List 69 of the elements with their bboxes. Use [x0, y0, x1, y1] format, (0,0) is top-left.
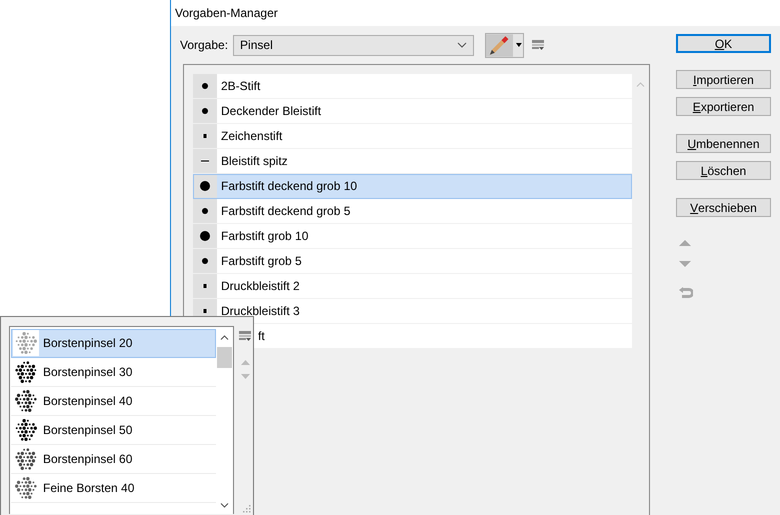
brush-tip-icon [199, 230, 211, 242]
dialog-button[interactable]: Umbenennen [676, 134, 771, 153]
move-up-icon[interactable] [679, 239, 691, 246]
brush-name: Farbstift grob 5 [221, 253, 302, 270]
brush-name: 2B-Stift [221, 78, 260, 95]
brush-name: Feine Borsten 40 [43, 480, 134, 497]
dialog-button[interactable]: Löschen [676, 161, 771, 180]
move-down-icon[interactable] [679, 261, 691, 268]
bristle-brush-icon [13, 417, 39, 443]
brush-list-row[interactable]: Farbstift grob 5 [193, 249, 632, 274]
brush-name: Farbstift grob 10 [221, 228, 308, 245]
tool-picker-button[interactable] [485, 32, 524, 58]
scrollbar-thumb[interactable] [217, 347, 232, 368]
chevron-down-icon [457, 42, 468, 48]
brush-name: ft [258, 328, 265, 345]
caret-icon [515, 43, 524, 47]
list-options-icon[interactable] [532, 40, 544, 50]
brush-name: Farbstift deckend grob 10 [221, 178, 358, 195]
dialog-button[interactable]: Importieren [676, 70, 771, 89]
bristle-brush-icon [13, 388, 39, 414]
brush-list-row[interactable]: Farbstift grob 10 [193, 224, 632, 249]
scroll-down-icon[interactable] [220, 503, 229, 508]
bristle-brush-icon [13, 475, 39, 501]
brush-name: Farbstift deckend grob 5 [221, 203, 350, 220]
brush-list-row[interactable]: Bleistift spitz [193, 149, 632, 174]
brush-preset-row[interactable]: Borstenpinsel 50 [11, 416, 216, 445]
bristle-brush-icon [13, 359, 39, 385]
resize-grip-icon[interactable] [241, 503, 251, 513]
brush-preset-row[interactable]: Borstenpinsel 20 [11, 329, 216, 358]
brush-name: Borstenpinsel 60 [43, 451, 132, 468]
preset-dropdown[interactable]: Pinsel [233, 34, 474, 56]
brush-name: Borstenpinsel 40 [43, 393, 132, 410]
brush-list-row[interactable]: Deckender Bleistift [193, 99, 632, 124]
undo-icon[interactable] [679, 286, 693, 299]
brush-tip-icon [199, 105, 211, 117]
dialog-button[interactable]: Exportieren [676, 97, 771, 116]
brush-list-row[interactable]: Druckbleistift 3 [193, 299, 632, 324]
brush-name: Borstenpinsel 50 [43, 422, 132, 439]
brush-list-row[interactable]: 2B-Stift [193, 74, 632, 99]
scroll-up-icon[interactable] [220, 335, 229, 340]
brush-tip-icon [199, 80, 211, 92]
brush-name: Borstenpinsel 30 [43, 364, 132, 381]
brush-list-row[interactable]: Druckbleistift 2 [193, 274, 632, 299]
move-down-icon[interactable] [240, 374, 250, 379]
brush-list-row[interactable]: Zeichenstift [193, 124, 632, 149]
dialog-button[interactable]: Verschieben [676, 198, 771, 217]
brush-tip-icon [199, 180, 211, 192]
brush-name: Zeichenstift [221, 128, 282, 145]
brush-list-row[interactable]: Farbstift deckend grob 5 [193, 199, 632, 224]
brush-preset-row[interactable]: Feine Borsten 40 [11, 474, 216, 503]
bristle-brush-icon [13, 446, 39, 472]
window-title: Vorgaben-Manager [175, 5, 278, 22]
brush-name: Bleistift spitz [221, 153, 288, 170]
brush-preset-row[interactable]: Borstenpinsel 60 [11, 445, 216, 474]
brush-preset-row[interactable]: Borstenpinsel 30 [11, 358, 216, 387]
pencil-icon [486, 34, 514, 56]
list-options-icon[interactable] [239, 331, 251, 342]
brush-list-row[interactable]: Farbstift deckend grob 10 [193, 174, 632, 199]
brush-name: Druckbleistift 2 [221, 278, 300, 295]
brush-name: Druckbleistift 3 [221, 303, 300, 320]
brush-tip-icon [199, 205, 211, 217]
brush-tip-icon [199, 255, 211, 267]
brush-name: Borstenpinsel 20 [43, 335, 132, 352]
bristle-brush-icon [13, 330, 39, 356]
preset-label: Vorgabe: [180, 37, 228, 54]
move-up-icon[interactable] [240, 360, 250, 365]
brush-preset-row[interactable]: Borstenpinsel 40 [11, 387, 216, 416]
brush-name: Deckender Bleistift [221, 103, 322, 120]
dialog-button[interactable]: OK [676, 34, 771, 53]
